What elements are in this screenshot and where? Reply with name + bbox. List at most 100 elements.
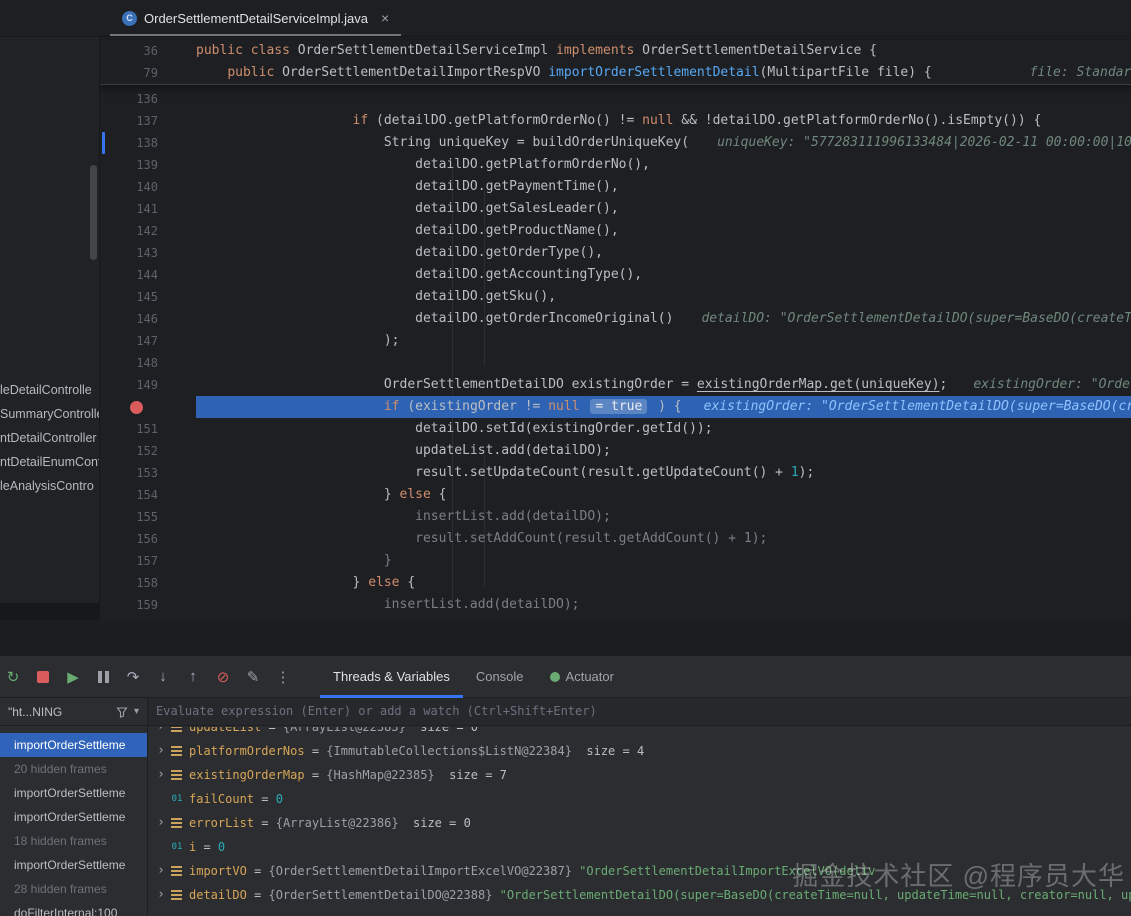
code-line[interactable]: 148 xyxy=(100,352,1131,374)
code-line[interactable]: 151 detailDO.setId(existingOrder.getId()… xyxy=(100,418,1131,440)
gutter[interactable]: 142 xyxy=(100,220,196,242)
code-text[interactable]: detailDO.getSalesLeader(), xyxy=(196,198,1131,220)
gutter[interactable]: 143 xyxy=(100,242,196,264)
code-text[interactable]: } else { xyxy=(196,484,1131,506)
code-line[interactable]: 159 insertList.add(detailDO); xyxy=(100,594,1131,616)
code-text[interactable]: } else { xyxy=(196,572,1131,594)
gutter[interactable]: 137 xyxy=(100,110,196,132)
code-text[interactable]: public class OrderSettlementDetailServic… xyxy=(196,40,1131,62)
gutter[interactable]: 157 xyxy=(100,550,196,572)
code-text[interactable]: OrderSettlementDetailDO existingOrder = … xyxy=(196,374,1131,396)
more-icon[interactable]: ⋮ xyxy=(274,668,292,686)
expand-chevron-icon[interactable]: › xyxy=(152,811,170,835)
frame-row[interactable]: importOrderSettleme xyxy=(0,781,147,805)
code-text[interactable]: if (existingOrder != null = true ) {exis… xyxy=(196,396,1131,418)
code-text[interactable]: } xyxy=(196,550,1131,572)
code-text[interactable]: detailDO.getSku(), xyxy=(196,286,1131,308)
gutter[interactable]: 138 xyxy=(100,132,196,154)
expand-chevron-icon[interactable]: › xyxy=(152,883,170,907)
gutter[interactable]: 148 xyxy=(100,352,196,374)
editor-tab-active[interactable]: C OrderSettlementDetailServiceImpl.java … xyxy=(110,0,401,36)
sidebar-scrollbar[interactable] xyxy=(90,165,97,260)
rerun-icon[interactable]: ↻ xyxy=(4,668,22,686)
variable-row[interactable]: › detailDO = {OrderSettlementDetailDO@223… xyxy=(148,883,1131,907)
code-line[interactable]: 153 result.setUpdateCount(result.getUpda… xyxy=(100,462,1131,484)
frame-row[interactable]: doFilterInternal:100 xyxy=(0,901,147,916)
tab-actuator[interactable]: Actuator xyxy=(537,656,627,698)
variable-row[interactable]: › updateList = {ArrayList@22383} size = 0 xyxy=(148,727,1131,739)
code-line[interactable]: 146 detailDO.getOrderIncomeOriginal() det… xyxy=(100,308,1131,330)
gutter[interactable]: 139 xyxy=(100,154,196,176)
variable-row[interactable]: › importVO = {OrderSettlementDetailImport… xyxy=(148,859,1131,883)
gutter[interactable]: 141 xyxy=(100,198,196,220)
code-editor[interactable]: 36 public class OrderSettlementDetailServ… xyxy=(100,37,1131,620)
code-line[interactable]: 140 detailDO.getPaymentTime(), xyxy=(100,176,1131,198)
gutter[interactable]: 145 xyxy=(100,286,196,308)
code-text[interactable]: result.setAddCount(result.getAddCount() … xyxy=(196,528,1131,550)
gutter[interactable]: 144 xyxy=(100,264,196,286)
gutter[interactable]: 153 xyxy=(100,462,196,484)
gutter[interactable]: 140 xyxy=(100,176,196,198)
frame-row[interactable]: importOrderSettleme xyxy=(0,733,147,757)
code-line[interactable]: if (existingOrder != null = true ) {exis… xyxy=(100,396,1131,418)
gutter[interactable]: 147 xyxy=(100,330,196,352)
pause-icon[interactable] xyxy=(94,668,112,686)
gutter[interactable] xyxy=(100,396,196,418)
code-text[interactable]: if (detailDO.getPlatformOrderNo() != nul… xyxy=(196,110,1131,132)
expand-chevron-icon[interactable]: › xyxy=(152,727,170,739)
step-over-icon[interactable]: ↷ xyxy=(124,668,142,686)
variable-row[interactable]: › errorList = {ArrayList@22386} size = 0 xyxy=(148,811,1131,835)
expand-chevron-icon[interactable]: › xyxy=(152,763,170,787)
code-line[interactable]: 152 updateList.add(detailDO); xyxy=(100,440,1131,462)
code-text[interactable]: ); xyxy=(196,330,1131,352)
gutter[interactable]: 159 xyxy=(100,594,196,616)
gutter[interactable]: 156 xyxy=(100,528,196,550)
code-text[interactable]: detailDO.getPaymentTime(), xyxy=(196,176,1131,198)
code-text[interactable]: public OrderSettlementDetailImportRespVO… xyxy=(196,62,1131,84)
mute-breakpoints-icon[interactable]: ⊘ xyxy=(214,668,232,686)
code-text[interactable]: result.setUpdateCount(result.getUpdateCo… xyxy=(196,462,1131,484)
code-line[interactable]: 157 } xyxy=(100,550,1131,572)
code-line[interactable]: 156 result.setAddCount(result.getAddCoun… xyxy=(100,528,1131,550)
thread-selector[interactable]: "ht...NING ▾ xyxy=(0,698,148,725)
code-line[interactable]: 154 } else { xyxy=(100,484,1131,506)
code-line[interactable]: 137 if (detailDO.getPlatformOrderNo() !=… xyxy=(100,110,1131,132)
code-text[interactable] xyxy=(196,88,1131,110)
sidebar-item[interactable]: ntDetailController xyxy=(0,426,99,450)
step-into-icon[interactable]: ↓ xyxy=(154,668,172,686)
code-text[interactable]: detailDO.getPlatformOrderNo(), xyxy=(196,154,1131,176)
code-line[interactable]: 149 OrderSettlementDetailDO existingOrde… xyxy=(100,374,1131,396)
frame-row[interactable]: 20 hidden frames xyxy=(0,757,147,781)
code-text[interactable]: detailDO.getProductName(), xyxy=(196,220,1131,242)
variable-row[interactable]: › existingOrderMap = {HashMap@22385} size… xyxy=(148,763,1131,787)
step-out-icon[interactable]: ↑ xyxy=(184,668,202,686)
code-text[interactable]: detailDO.getOrderIncomeOriginal() detailD… xyxy=(196,308,1131,330)
gutter[interactable]: 152 xyxy=(100,440,196,462)
variable-row[interactable]: 01 i = 0 xyxy=(148,835,1131,859)
gutter[interactable]: 136 xyxy=(100,88,196,110)
sidebar-item[interactable]: leAnalysisContro xyxy=(0,474,99,498)
code-line[interactable]: 147 ); xyxy=(100,330,1131,352)
filter-funnel-icon[interactable] xyxy=(116,706,128,718)
code-text[interactable]: detailDO.getOrderType(), xyxy=(196,242,1131,264)
gutter[interactable]: 151 xyxy=(100,418,196,440)
tab-console[interactable]: Console xyxy=(463,656,537,698)
gutter[interactable]: 79 xyxy=(100,62,196,84)
sidebar-item[interactable]: ntDetailEnumCont xyxy=(0,450,99,474)
sidebar-item[interactable]: leDetailControlle xyxy=(0,378,99,402)
chevron-down-icon[interactable]: ▾ xyxy=(134,706,139,717)
code-line[interactable]: 158 } else { xyxy=(100,572,1131,594)
code-line[interactable]: 138 String uniqueKey = buildOrderUniqueK… xyxy=(100,132,1131,154)
code-line[interactable]: 142 detailDO.getProductName(), xyxy=(100,220,1131,242)
tab-threads-variables[interactable]: Threads & Variables xyxy=(320,656,463,698)
code-text[interactable]: insertList.add(detailDO); xyxy=(196,594,1131,616)
breakpoint-icon[interactable] xyxy=(130,401,143,414)
code-line[interactable]: 139 detailDO.getPlatformOrderNo(), xyxy=(100,154,1131,176)
frame-row[interactable]: 18 hidden frames xyxy=(0,829,147,853)
gutter[interactable]: 154 xyxy=(100,484,196,506)
code-text[interactable]: updateList.add(detailDO); xyxy=(196,440,1131,462)
gutter[interactable]: 155 xyxy=(100,506,196,528)
code-text[interactable]: String uniqueKey = buildOrderUniqueKey(u… xyxy=(196,132,1131,154)
panel-splitter[interactable] xyxy=(0,620,1131,656)
expand-chevron-icon[interactable]: › xyxy=(152,859,170,883)
